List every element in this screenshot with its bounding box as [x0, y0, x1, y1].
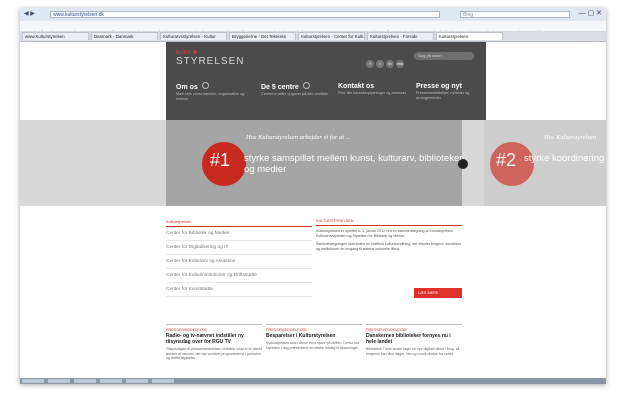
- about-paragraph: Sammenlægningen skal skabe en kraftfuld …: [316, 242, 462, 251]
- browser-tab[interactable]: Kulturstyrelsen: [436, 32, 503, 40]
- tab-strip: www.Kulturstyrelsen Danmark - Danmark Kult…: [20, 31, 606, 42]
- about-box: KULTURSTYRELSEN Kulturstyrelsen er opret…: [316, 218, 462, 298]
- hero-heading: Hos Kulturstyrelsen arbejder vi for at .…: [246, 134, 351, 141]
- social-icons: f t in rss: [366, 52, 406, 70]
- nav-de-5-centre[interactable]: De 5 centre Centrene løfter opgaver på a…: [261, 82, 331, 97]
- menu-item[interactable]: Center for Kunststøtte: [166, 283, 312, 297]
- hero-slide-2[interactable]: Hos Kulturstyrelsen #2 styrke koordineri…: [484, 120, 606, 206]
- news-kicker: PRESSEMEDDELELSE: [166, 324, 262, 333]
- browser-search-input[interactable]: Bing: [460, 11, 570, 18]
- chevron-down-icon: [201, 82, 209, 89]
- news-item[interactable]: PRESSEMEDDELELSE Besparelser i Kultursty…: [266, 324, 362, 350]
- browser-tab[interactable]: Kulturstyrelsen - Forside: [367, 32, 434, 40]
- hero-text: styrke samspillet mellem kunst, kulturar…: [244, 153, 463, 175]
- nav-subtitle: Centrene løfter opgaver på alle områder: [261, 92, 329, 96]
- nav-subtitle: Pressemeddelelser, nyheder og arrangemen…: [416, 91, 470, 100]
- nav-subtitle: Find alle kontaktoplysninger og adresser: [338, 91, 407, 95]
- facebook-icon[interactable]: f: [366, 60, 374, 68]
- rss-icon[interactable]: rss: [396, 60, 404, 68]
- nav-subtitle: Mød hele vores styrelse, organisation og…: [176, 92, 245, 101]
- menu-item[interactable]: Center for Kulturarv og Arkitektur: [166, 255, 312, 269]
- news-title[interactable]: Radio- og tv-nævnet indstiller ny tilsyn…: [166, 333, 262, 345]
- hero-heading: Hos Kulturstyrelsen: [544, 134, 596, 141]
- hero-text: styrke koordinering af kommunale indsats…: [524, 153, 606, 164]
- browser-tab[interactable]: www.Kulturstyrelsen: [22, 32, 89, 40]
- taskbar-button[interactable]: [152, 379, 174, 383]
- news-item[interactable]: PRESSEMEDDELELSE Radio- og tv-nævnet ind…: [166, 324, 262, 361]
- logo-mark[interactable]: kultur ✚: [176, 49, 197, 56]
- nav-title: Om os: [176, 84, 198, 91]
- menu-heading[interactable]: Kulturstyrelsen: [166, 218, 312, 227]
- about-paragraph: Kulturstyrelsen er oprettet d. 1. januar…: [316, 229, 455, 238]
- browser-tab[interactable]: Danmark - Danmark: [91, 32, 158, 40]
- nav-kontakt-os[interactable]: Kontakt os Find alle kontaktoplysninger …: [338, 82, 408, 96]
- taskbar-button[interactable]: [126, 379, 148, 383]
- linkedin-icon[interactable]: in: [386, 60, 394, 68]
- browser-tab[interactable]: Kulturarvsstyrelsen - Kultur: [160, 32, 227, 40]
- site-logo[interactable]: STYRELSEN: [176, 56, 244, 67]
- chevron-down-icon: [302, 82, 310, 89]
- news-title[interactable]: Danskernes biblioteker fornyes nu i hele…: [366, 333, 462, 345]
- read-more-button[interactable]: LÆS MERE: [414, 288, 462, 298]
- window-controls-icon[interactable]: — ▢ ✕: [579, 10, 602, 18]
- slide-number-badge: #1: [202, 142, 246, 186]
- browser-tab[interactable]: Bryggerierne - Det Tekniske: [229, 32, 296, 40]
- hero-slide-1[interactable]: Hos Kulturstyrelsen arbejder vi for at .…: [166, 120, 462, 206]
- menu-item[interactable]: Center for Digitalisering og IT: [166, 241, 312, 255]
- nav-title: De 5 centre: [261, 84, 299, 91]
- news-body: Kulturstyrelsen skal i årene frem spare …: [266, 341, 359, 350]
- back-forward-icon[interactable]: ◀ ▶: [24, 11, 35, 18]
- about-title: KULTURSTYRELSEN: [316, 218, 462, 226]
- taskbar: [20, 378, 606, 384]
- web-page: kultur ✚ STYRELSEN f t in rss Søg på siden …: [20, 42, 606, 384]
- taskbar-button[interactable]: [74, 379, 96, 383]
- browser-titlebar: ◀ ▶ www.kulturstyrelsen.dk Bing — ▢ ✕: [20, 8, 606, 21]
- hero-carousel: Hos Kulturstyrelsen arbejder vi for at .…: [20, 120, 606, 206]
- browser-tab[interactable]: Kulturstyrelsen - Center for Kultur: [298, 32, 365, 40]
- news-title[interactable]: Besparelser i Kulturstyrelsen: [266, 333, 362, 339]
- news-body: Biblioteker i hele landet tager nu nye d…: [366, 347, 460, 356]
- site-search-input[interactable]: Søg på siden: [414, 52, 474, 60]
- slide-number: #1: [210, 150, 231, 170]
- menu-item[interactable]: Center for Kulturinstitutioner og Drifts…: [166, 269, 312, 283]
- news-kicker: PRESSEMEDDELELSE: [266, 324, 362, 333]
- site-header: kultur ✚ STYRELSEN f t in rss Søg på siden …: [166, 42, 486, 120]
- news-item[interactable]: PRESSEMEDDELELSE Danskernes biblioteker …: [366, 324, 462, 356]
- nav-presse-og-nyt[interactable]: Presse og nyt Pressemeddelelser, nyheder…: [416, 82, 486, 101]
- news-body: Tilsynsdagen til pressemeddelelsen vedrø…: [166, 347, 262, 361]
- address-bar[interactable]: www.kulturstyrelsen.dk: [50, 11, 440, 18]
- browser-window: ◀ ▶ www.kulturstyrelsen.dk Bing — ▢ ✕ Mi…: [20, 8, 606, 384]
- nav-title: Presse og nyt: [416, 83, 462, 90]
- slide-number-badge: #2: [490, 142, 534, 186]
- carousel-next-icon[interactable]: [458, 159, 468, 169]
- taskbar-button[interactable]: [22, 379, 44, 383]
- news-kicker: PRESSEMEDDELELSE: [366, 324, 462, 333]
- menu-item[interactable]: Center for Bibliotek og Medier: [166, 227, 312, 241]
- taskbar-button[interactable]: [48, 379, 70, 383]
- slide-number: #2: [496, 150, 517, 170]
- taskbar-button[interactable]: [100, 379, 122, 383]
- center-menu: Kulturstyrelsen Center for Bibliotek og …: [166, 218, 312, 297]
- twitter-icon[interactable]: t: [376, 60, 384, 68]
- nav-title: Kontakt os: [338, 83, 375, 90]
- nav-om-os[interactable]: Om os Mød hele vores styrelse, organisat…: [176, 82, 246, 102]
